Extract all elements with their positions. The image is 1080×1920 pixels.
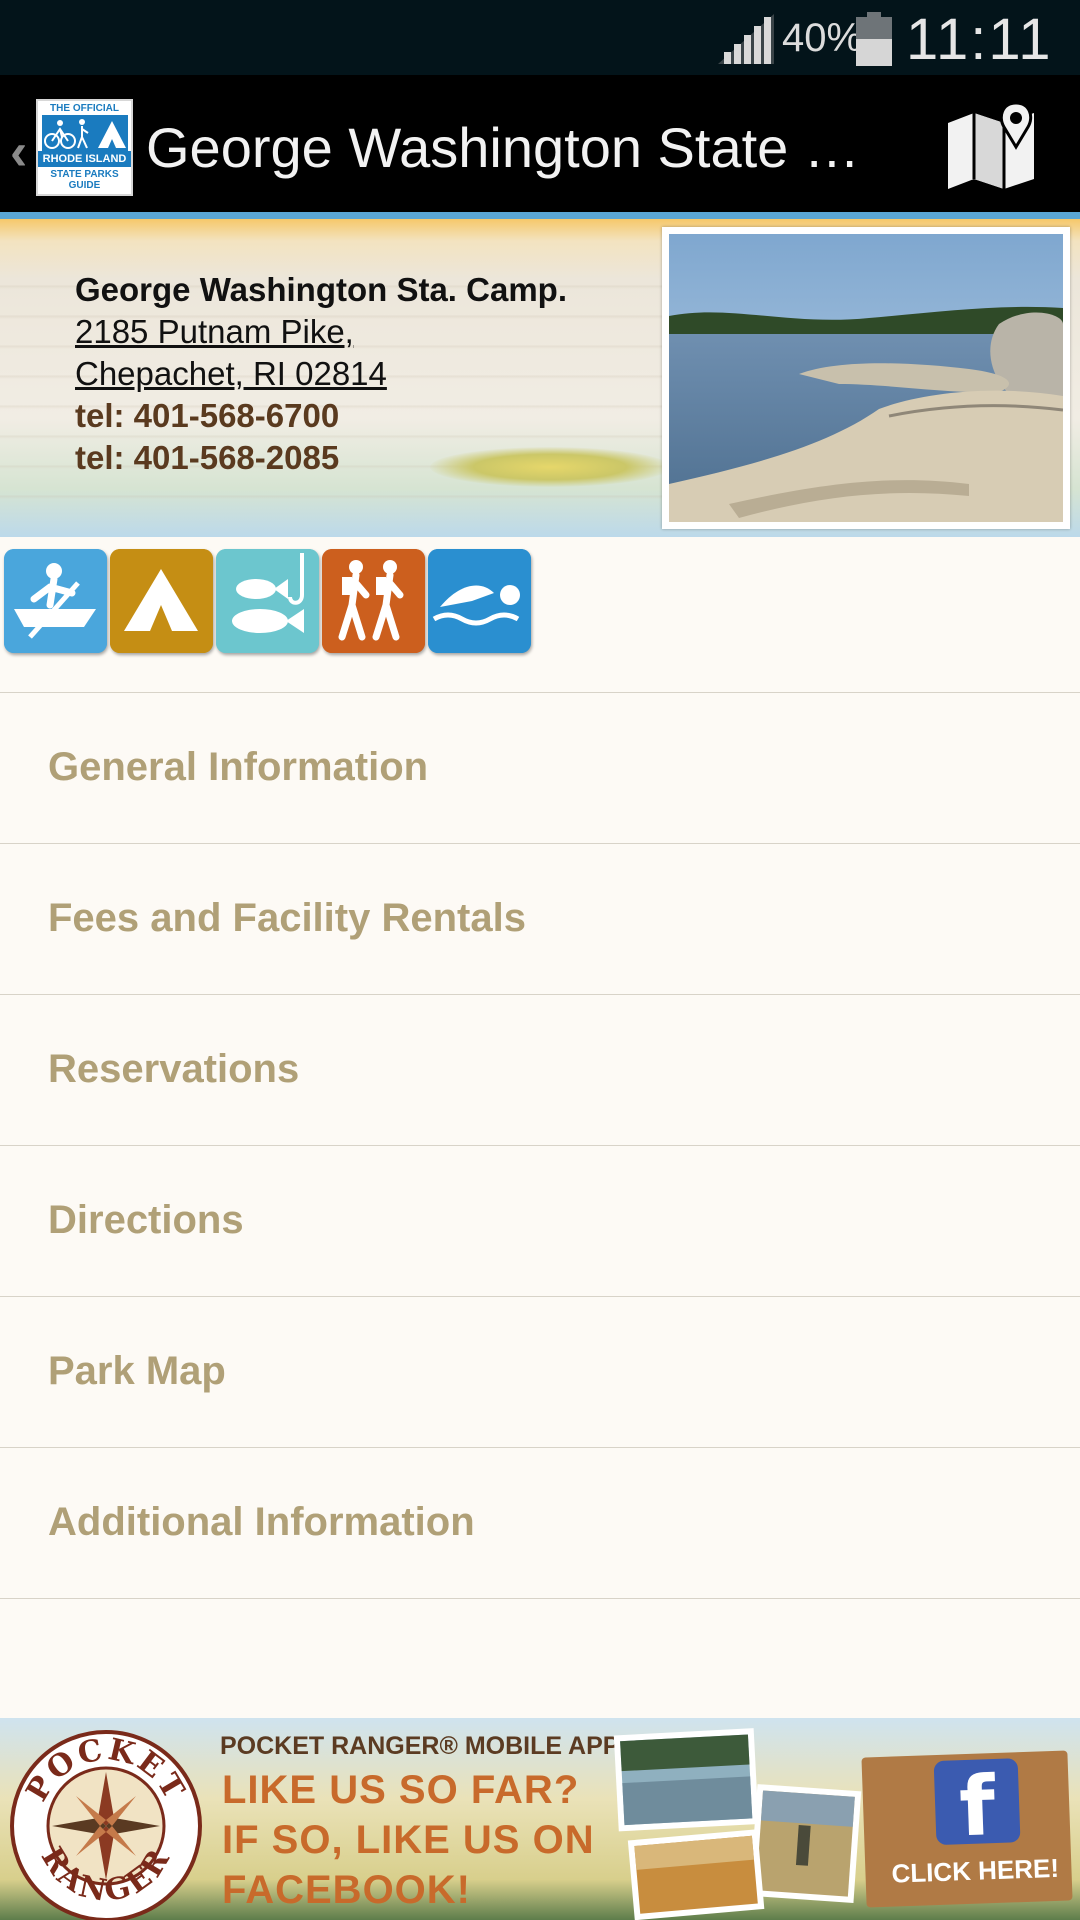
park-address-line-2[interactable]: Chepachet, RI 02814 xyxy=(75,355,387,393)
logo-line-2: RHODE ISLAND xyxy=(38,151,131,167)
menu-item-label: Directions xyxy=(48,1198,244,1242)
battery-percent: 40% xyxy=(782,16,863,60)
park-menu: General Information Fees and Facility Re… xyxy=(0,692,1080,1599)
app-logo[interactable]: THE OFFICIAL RHODE ISLAND STATE PARKS GU… xyxy=(36,99,133,196)
menu-item-fees-and-facility-rentals[interactable]: Fees and Facility Rentals xyxy=(0,843,1080,994)
menu-item-label: Additional Information xyxy=(48,1500,475,1544)
status-bar: 40% 11:11 xyxy=(0,0,1080,75)
camping-icon[interactable] xyxy=(110,549,213,653)
swimming-icon[interactable] xyxy=(428,549,531,653)
battery-icon xyxy=(856,12,892,66)
facebook-banner-ad[interactable]: POCKET RANGER POCKET RANGER® MOBILE APPS… xyxy=(0,1718,1080,1920)
park-name: George Washington Sta. Camp. xyxy=(75,271,567,308)
page-title: George Washington State Ca… xyxy=(146,116,876,179)
logo-line-3-text: STATE PARKS xyxy=(50,169,119,180)
menu-item-directions[interactable]: Directions xyxy=(0,1145,1080,1296)
pocket-ranger-compass-logo: POCKET RANGER xyxy=(10,1730,202,1920)
park-info-header: George Washington Sta. Camp. 2185 Putnam… xyxy=(0,219,1080,537)
fishing-icon[interactable] xyxy=(216,549,319,653)
logo-cyclists-icon xyxy=(42,115,128,151)
menu-item-general-information[interactable]: General Information xyxy=(0,692,1080,843)
menu-item-label: Fees and Facility Rentals xyxy=(48,896,526,940)
clock: 11:11 xyxy=(906,7,1053,72)
flower-decoration xyxy=(430,447,670,487)
facebook-button[interactable]: f CLICK HERE! xyxy=(861,1750,1073,1908)
park-phone-2[interactable]: tel: 401-568-2085 xyxy=(75,439,339,477)
menu-divider xyxy=(0,1598,1080,1599)
menu-item-park-map[interactable]: Park Map xyxy=(0,1296,1080,1447)
cell-signal-icon xyxy=(718,14,774,64)
app-bar-accent-line xyxy=(0,212,1080,219)
ad-line-2: IF SO, LIKE US ON xyxy=(222,1818,595,1862)
park-phone-1[interactable]: tel: 401-568-6700 xyxy=(75,397,339,435)
boating-icon[interactable] xyxy=(4,549,107,653)
hiking-icon[interactable] xyxy=(322,549,425,653)
ad-photo-collage xyxy=(613,1728,862,1920)
logo-line-1: THE OFFICIAL xyxy=(50,103,119,114)
menu-item-label: Park Map xyxy=(48,1349,226,1393)
click-here-label: CLICK HERE! xyxy=(890,1852,1060,1889)
app-bar: ‹ THE OFFICIAL RHODE ISLAND STATE PARKS … xyxy=(0,75,1080,215)
ad-line-1: LIKE US SO FAR? xyxy=(222,1768,580,1812)
ad-kicker: POCKET RANGER® MOBILE APPS xyxy=(220,1732,637,1760)
logo-line-3: STATE PARKS GUIDE xyxy=(38,169,131,191)
menu-item-reservations[interactable]: Reservations xyxy=(0,994,1080,1145)
ad-line-3: FACEBOOK! xyxy=(222,1868,471,1912)
menu-item-label: Reservations xyxy=(48,1047,300,1091)
lake-shore-image xyxy=(669,234,1063,522)
menu-item-label: General Information xyxy=(48,745,429,789)
map-pin-icon[interactable] xyxy=(944,101,1040,191)
menu-item-additional-information[interactable]: Additional Information xyxy=(0,1447,1080,1598)
park-address-line-1[interactable]: 2185 Putnam Pike, xyxy=(75,313,354,351)
back-chevron-icon[interactable]: ‹ xyxy=(10,122,27,182)
park-photo[interactable] xyxy=(662,227,1070,529)
app-screen: 40% 11:11 ‹ THE OFFICIAL RHODE ISLAND ST… xyxy=(0,0,1080,1920)
logo-line-4-text: GUIDE xyxy=(68,180,101,191)
facebook-icon: f xyxy=(933,1758,1021,1855)
